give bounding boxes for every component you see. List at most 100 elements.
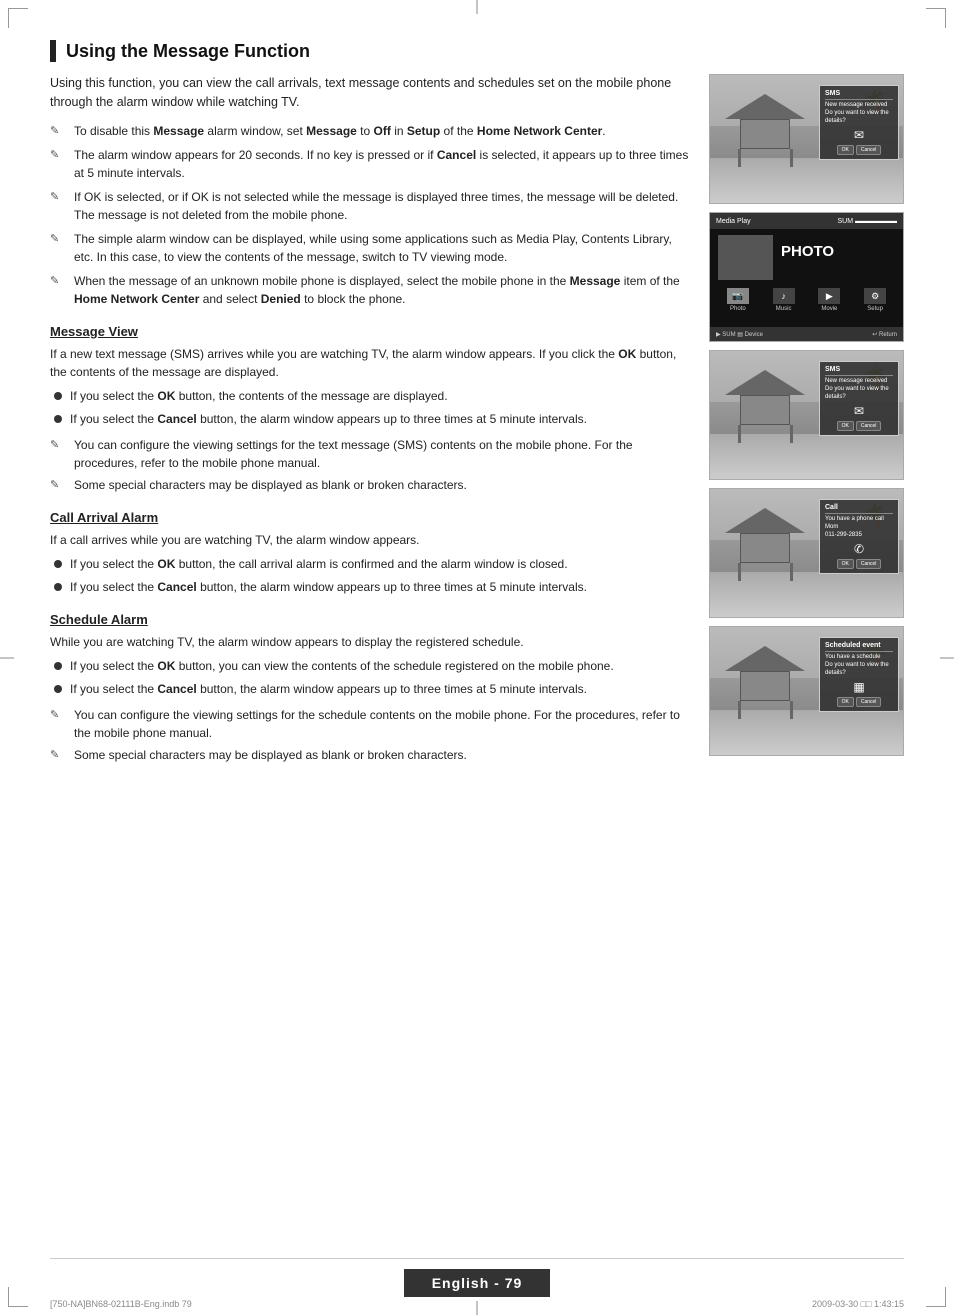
page-footer: English - 79 <box>50 1258 904 1297</box>
media-top-bar: Media Play SUM ▬▬▬▬▬▬ <box>710 213 903 229</box>
tv-screenshot-4: 🌴 Call You have a phone callMom011-299-2… <box>709 488 904 618</box>
crosshair-bottom <box>477 1301 478 1315</box>
setup-label: Setup <box>867 306 883 312</box>
corner-mark-bl <box>8 1287 28 1307</box>
popup-ok-1[interactable]: OK <box>837 145 854 155</box>
hut-body-1 <box>740 119 790 149</box>
beach-scene-5: 🌴 Scheduled event You have a scheduleDo … <box>710 627 903 755</box>
popup-cancel-1[interactable]: Cancel <box>856 145 882 155</box>
bullet-dot-ca-1 <box>54 560 62 568</box>
bullet-item-sa-2: If you select the Cancel button, the ala… <box>54 680 689 698</box>
note-icon-sa-2: ✎ <box>50 747 68 763</box>
note-item-5: ✎ When the message of an unknown mobile … <box>50 272 689 308</box>
note-text-2: The alarm window appears for 20 seconds.… <box>74 146 689 182</box>
note-icon-mv-1: ✎ <box>50 437 68 453</box>
popup-cancel-3[interactable]: Cancel <box>856 421 882 431</box>
music-icon: ♪ <box>781 291 786 301</box>
media-photo-label: PHOTO <box>781 243 834 260</box>
popup-title-1: SMS <box>825 90 893 100</box>
popup-body-4: You have a phone callMom011-299-2835 <box>825 516 893 539</box>
hut-body-3 <box>740 395 790 425</box>
main-content: Using this function, you can view the ca… <box>50 74 904 772</box>
corner-mark-br <box>926 1287 946 1307</box>
popup-body-3: New message receivedDo you want to view … <box>825 378 893 401</box>
movie-icon: ▶ <box>826 291 833 302</box>
hut-posts-1 <box>738 149 793 167</box>
note-icon-mv-2: ✎ <box>50 477 68 493</box>
bullet-item-sa-1: If you select the OK button, you can vie… <box>54 657 689 675</box>
tv-screenshot-1: 🌴 SMS New message receivedDo you want to… <box>709 74 904 204</box>
subsection-title-message-view: Message View <box>50 324 689 339</box>
note-mv-2: ✎ Some special characters may be display… <box>50 476 689 494</box>
popup-ok-5[interactable]: OK <box>837 697 854 707</box>
hut-4 <box>725 508 805 581</box>
media-bottom-left: ▶ SUM ▤ Device <box>716 331 763 338</box>
note-text-sa-1: You can configure the viewing settings f… <box>74 706 689 742</box>
note-text-5: When the message of an unknown mobile ph… <box>74 272 689 308</box>
footer-file-info: [750-NA]BN68-02111B-Eng.indb 79 <box>50 1299 192 1309</box>
media-bottom-right: ↩ Return <box>872 331 897 338</box>
note-icon-2: ✎ <box>50 147 68 163</box>
footer-date-info: 2009-03-30 □□ 1:43:15 <box>812 1299 904 1309</box>
setup-icon: ⚙ <box>871 291 879 302</box>
popup-buttons-4: OK Cancel <box>825 559 893 569</box>
hut-post-r-5 <box>790 701 793 719</box>
popup-ok-3[interactable]: OK <box>837 421 854 431</box>
popup-icon-5: ▦ <box>825 680 893 694</box>
hut-post-l-4 <box>738 563 741 581</box>
image-column: 🌴 SMS New message receivedDo you want to… <box>709 74 904 772</box>
tv-screenshot-media-play: Media Play SUM ▬▬▬▬▬▬ PHOTO 📷 Photo <box>709 212 904 342</box>
bullet-dot-ca-2 <box>54 583 62 591</box>
popup-buttons-5: OK Cancel <box>825 697 893 707</box>
photo-icon: 📷 <box>732 291 743 302</box>
note-text-sa-2: Some special characters may be displayed… <box>74 746 467 764</box>
media-bottom-bar: ▶ SUM ▤ Device ↩ Return <box>710 327 903 341</box>
note-item-2: ✎ The alarm window appears for 20 second… <box>50 146 689 182</box>
hut-post-r-4 <box>790 563 793 581</box>
bullet-dot-sa-1 <box>54 662 62 670</box>
note-item-3: ✎ If OK is selected, or if OK is not sel… <box>50 188 689 224</box>
media-body: PHOTO 📷 Photo ♪ Mu <box>710 229 903 329</box>
corner-mark-tl <box>8 8 28 28</box>
bullet-item-ca-2: If you select the Cancel button, the ala… <box>54 578 689 596</box>
note-icon-1: ✎ <box>50 123 68 139</box>
popup-cancel-5[interactable]: Cancel <box>856 697 882 707</box>
beach-scene-4: 🌴 Call You have a phone callMom011-299-2… <box>710 489 903 617</box>
note-mv-1: ✎ You can configure the viewing settings… <box>50 436 689 472</box>
popup-body-1: New message receivedDo you want to view … <box>825 102 893 125</box>
media-icons-row: 📷 Photo ♪ Music ▶ <box>718 288 895 312</box>
note-text-1: To disable this Message alarm window, se… <box>74 122 606 140</box>
note-icon-sa-1: ✎ <box>50 707 68 723</box>
media-icon-movie-box: ▶ <box>818 288 840 304</box>
music-label: Music <box>776 306 792 312</box>
note-sa-1: ✎ You can configure the viewing settings… <box>50 706 689 742</box>
bullet-text-sa-1: If you select the OK button, you can vie… <box>70 657 614 675</box>
popup-cancel-4[interactable]: Cancel <box>856 559 882 569</box>
page-wrapper: Using the Message Function Using this fu… <box>0 0 954 1315</box>
tv-popup-4: Call You have a phone callMom011-299-283… <box>819 499 899 574</box>
popup-buttons-3: OK Cancel <box>825 421 893 431</box>
popup-ok-4[interactable]: OK <box>837 559 854 569</box>
subsection-message-view: Message View If a new text message (SMS)… <box>50 324 689 494</box>
crosshair-top <box>477 0 478 14</box>
subsection-schedule-alarm: Schedule Alarm While you are watching TV… <box>50 612 689 764</box>
bullet-list-schedule-alarm: If you select the OK button, you can vie… <box>50 657 689 698</box>
bullet-list-call-arrival: If you select the OK button, the call ar… <box>50 555 689 596</box>
note-text-3: If OK is selected, or if OK is not selec… <box>74 188 689 224</box>
media-icon-music-box: ♪ <box>773 288 795 304</box>
hut-body-4 <box>740 533 790 563</box>
tv-popup-3: SMS New message receivedDo you want to v… <box>819 361 899 436</box>
media-photo-area: PHOTO <box>718 235 895 280</box>
photo-label: Photo <box>730 306 746 312</box>
media-play-label: Media Play <box>716 218 751 225</box>
section-title: Using the Message Function <box>50 40 904 62</box>
section-title-bar <box>50 40 56 62</box>
popup-body-5: You have a scheduleDo you want to view t… <box>825 654 893 677</box>
note-text-mv-1: You can configure the viewing settings f… <box>74 436 689 472</box>
popup-icon-3: ✉ <box>825 404 893 418</box>
notes-schedule-alarm: ✎ You can configure the viewing settings… <box>50 706 689 764</box>
popup-title-5: Scheduled event <box>825 642 893 652</box>
beach-scene-3: 🌴 SMS New message receivedDo you want to… <box>710 351 903 479</box>
bullet-item-mv-2: If you select the Cancel button, the ala… <box>54 410 689 428</box>
crosshair-left <box>0 657 14 658</box>
